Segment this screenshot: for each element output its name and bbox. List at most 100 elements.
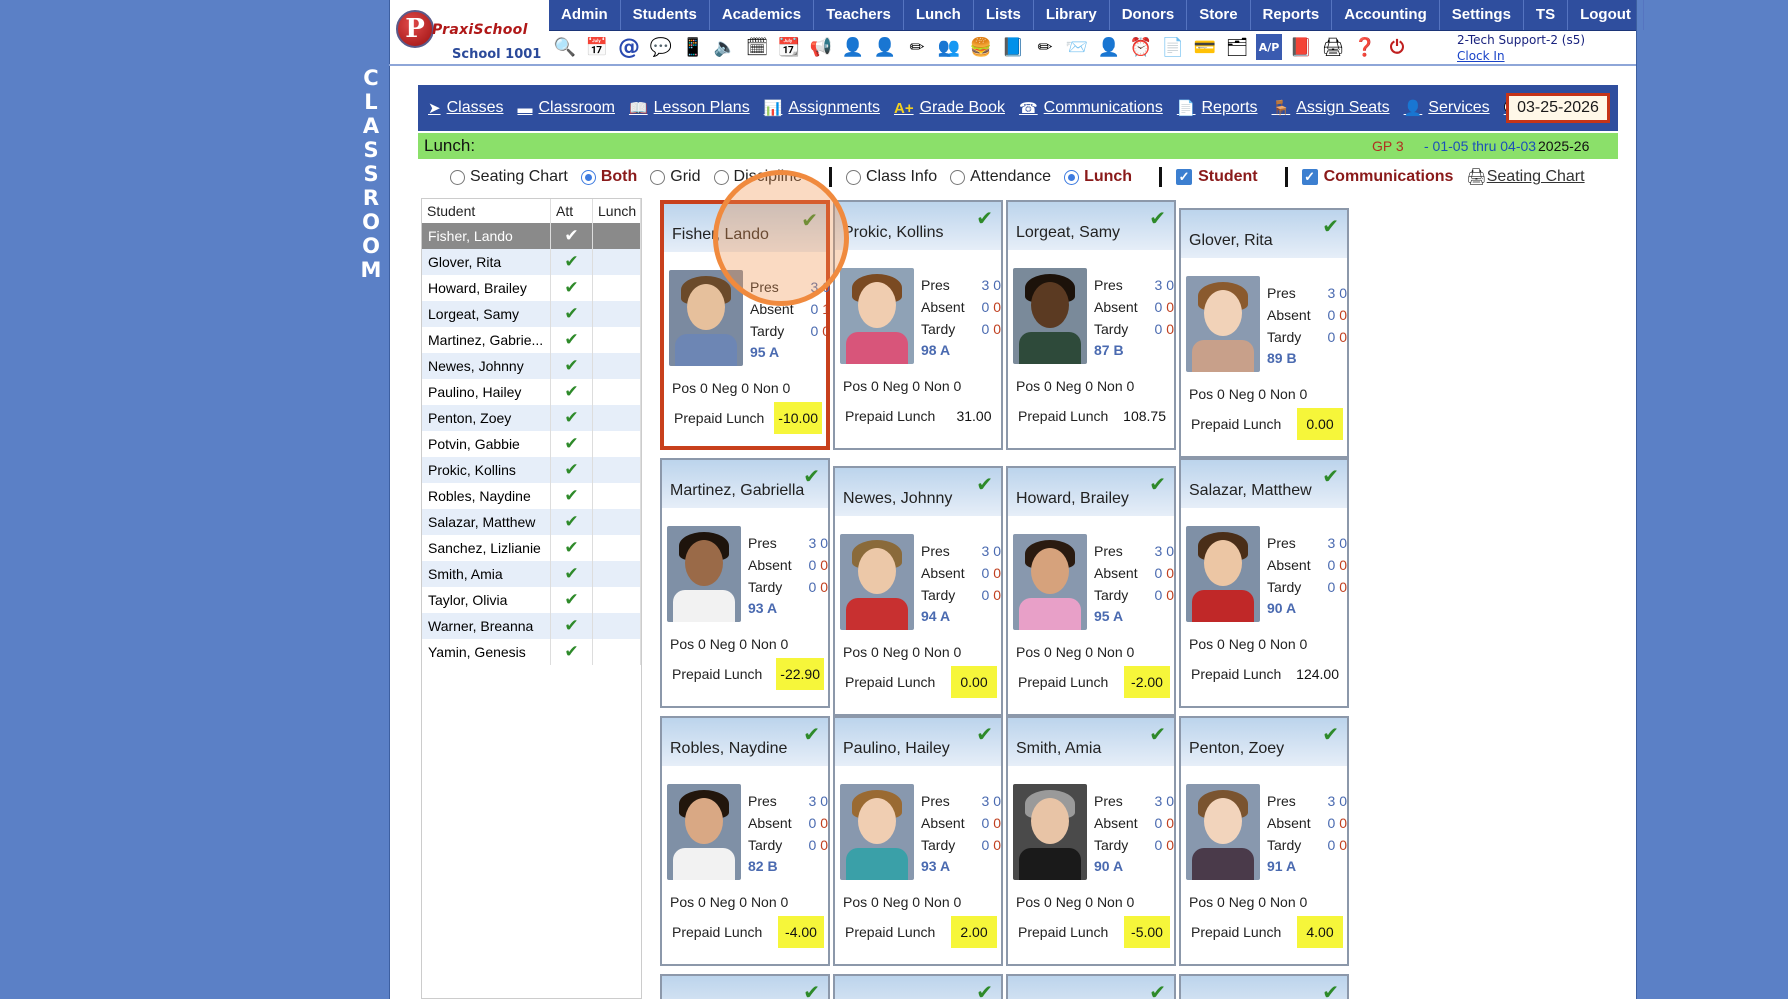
class-nav-grade-book[interactable]: A+ Grade Book: [894, 99, 1005, 117]
radio-both[interactable]: Both: [580, 168, 637, 186]
table-row[interactable]: Howard, Brailey ✔: [422, 275, 641, 301]
student-name[interactable]: Howard, Brailey: [1016, 490, 1129, 508]
radio-grid[interactable]: Grid: [650, 168, 701, 186]
table-row[interactable]: Lorgeat, Samy ✔: [422, 301, 641, 327]
student-card[interactable]: Smith, Amia ✔ Pres 3 0 Absent 0 0 Tardy 0 0 90 A…: [1006, 716, 1176, 966]
student-card[interactable]: Lorgeat, Samy ✔ Pres 3 0 Absent 0 0 Tardy 0 0 87…: [1006, 200, 1176, 450]
lunch-balance[interactable]: 108.75: [1119, 400, 1170, 432]
checkbox-checked[interactable]: ✓: [1176, 169, 1193, 185]
student-photo[interactable]: [1186, 276, 1260, 372]
top-nav-academics[interactable]: Academics: [710, 0, 815, 30]
student-name[interactable]: Taylor, Olivia: [422, 587, 551, 613]
lunch-balance[interactable]: 4.00: [1297, 916, 1343, 948]
student-card[interactable]: Prokic, Kollins ✔ Pres 3 0 Absent 0 0 Tardy 0 0…: [833, 200, 1003, 450]
class-nav-classroom[interactable]: ▬ Classroom: [517, 99, 614, 117]
student-card[interactable]: Penton, Zoey ✔ Pres 3 0 Absent 0 0 Tardy 0 0 91 …: [1179, 716, 1349, 966]
date-picker[interactable]: 03-25-2026: [1506, 93, 1610, 123]
lunch-cell[interactable]: [592, 405, 641, 431]
lunch-cell[interactable]: [592, 457, 641, 483]
table-row[interactable]: Fisher, Lando ✔: [422, 223, 641, 249]
radio-button[interactable]: [950, 169, 966, 185]
column-header-student[interactable]: Student: [422, 199, 551, 223]
lunch-balance[interactable]: 2.00: [951, 916, 997, 948]
lunch-balance[interactable]: -10.00: [774, 402, 822, 434]
lunch-cell[interactable]: [592, 223, 641, 249]
student-photo[interactable]: [840, 534, 914, 630]
table-row[interactable]: Penton, Zoey ✔: [422, 405, 641, 431]
student-card[interactable]: Taylor, Olivia✔: [833, 974, 1003, 999]
radio-button[interactable]: [713, 169, 729, 185]
student-name[interactable]: Lorgeat, Samy: [1016, 224, 1120, 242]
top-nav-lunch[interactable]: Lunch: [904, 0, 974, 30]
seating-chart-link[interactable]: Seating Chart: [1487, 168, 1585, 186]
top-nav-library[interactable]: Library: [1034, 0, 1110, 30]
top-nav-teachers[interactable]: Teachers: [814, 0, 904, 30]
radio-button[interactable]: [450, 169, 465, 185]
student-photo[interactable]: [1013, 268, 1087, 364]
student-name[interactable]: Sanchez, Lizlianie: [422, 535, 551, 561]
student-card[interactable]: Yamin, Genesis✔: [1179, 974, 1349, 999]
card-icon[interactable]: 💳: [1192, 34, 1218, 60]
announce-icon[interactable]: 📢: [808, 34, 834, 60]
student-name[interactable]: Newes, Johnny: [843, 490, 952, 508]
lunch-cell[interactable]: [592, 587, 641, 613]
student-photo[interactable]: [1013, 534, 1087, 630]
edit-icon[interactable]: ✏: [904, 34, 930, 60]
top-nav-settings[interactable]: Settings: [1440, 0, 1524, 30]
lunch-cell[interactable]: [592, 509, 641, 535]
student-photo[interactable]: [1186, 526, 1260, 622]
lunch-cell[interactable]: [592, 327, 641, 353]
class-nav-assignments[interactable]: 📊 Assignments: [764, 99, 880, 117]
folder-icon[interactable]: 🗂: [1224, 34, 1250, 60]
student-card[interactable]: Sanchez, Lizlianie✔: [660, 974, 830, 999]
table-row[interactable]: Salazar, Matthew ✔: [422, 509, 641, 535]
student-name[interactable]: Penton, Zoey: [422, 405, 551, 431]
lunch-cell[interactable]: [592, 483, 641, 509]
student-icon[interactable]: 👤: [840, 34, 866, 60]
date-icon[interactable]: 📆: [776, 34, 802, 60]
student-card[interactable]: Martinez, Gabriella ✔ Pres 3 0 Absent 0 0 Tard…: [660, 458, 830, 708]
book-icon[interactable]: 📘: [1000, 34, 1026, 60]
table-row[interactable]: Potvin, Gabbie ✔: [422, 431, 641, 457]
top-nav-ts[interactable]: TS: [1524, 0, 1569, 30]
class-nav-services[interactable]: 👤 Services: [1404, 99, 1490, 117]
lunch-balance[interactable]: 124.00: [1292, 658, 1343, 690]
radio-attendance[interactable]: Attendance: [950, 168, 1051, 186]
logo[interactable]: P PraxiSchool School 1001: [392, 4, 547, 64]
search-icon[interactable]: 🔍: [552, 34, 578, 60]
student-card[interactable]: Howard, Brailey ✔ Pres 3 0 Absent 0 0 Tardy 0 0…: [1006, 466, 1176, 716]
pdf-icon[interactable]: 📕: [1288, 34, 1314, 60]
student-name[interactable]: Glover, Rita: [1189, 232, 1273, 250]
student-name[interactable]: Prokic, Kollins: [843, 224, 943, 242]
lunch-cell[interactable]: [592, 301, 641, 327]
radio-seating-chart[interactable]: Seating Chart: [450, 168, 568, 186]
table-row[interactable]: Yamin, Genesis ✔: [422, 639, 641, 665]
column-header-lunch[interactable]: Lunch: [592, 199, 641, 223]
clock-in-link[interactable]: Clock In: [1457, 48, 1585, 64]
lunch-balance[interactable]: 0.00: [951, 666, 997, 698]
student-name[interactable]: Glover, Rita: [422, 249, 551, 275]
lunch-balance[interactable]: -5.00: [1124, 916, 1170, 948]
student-name[interactable]: Salazar, Matthew: [1189, 482, 1312, 500]
table-row[interactable]: Taylor, Olivia ✔: [422, 587, 641, 613]
chat-icon[interactable]: 💬: [648, 34, 674, 60]
top-nav-accounting[interactable]: Accounting: [1332, 0, 1440, 30]
student-card[interactable]: Paulino, Hailey ✔ Pres 3 0 Absent 0 0 Tardy 0 0…: [833, 716, 1003, 966]
student-name[interactable]: Yamin, Genesis: [422, 639, 551, 665]
lunch-cell[interactable]: [592, 249, 641, 275]
student-name[interactable]: Lorgeat, Samy: [422, 301, 551, 327]
ap-icon[interactable]: A/P: [1256, 34, 1282, 60]
student-photo[interactable]: [840, 268, 914, 364]
email-icon[interactable]: @: [616, 34, 642, 60]
calendar-icon[interactable]: 📅: [584, 34, 610, 60]
top-nav-lists[interactable]: Lists: [974, 0, 1034, 30]
table-row[interactable]: Prokic, Kollins ✔: [422, 457, 641, 483]
document-icon[interactable]: 📄: [1160, 34, 1186, 60]
radio-button[interactable]: [650, 169, 666, 185]
top-nav-logout[interactable]: Logout: [1568, 0, 1644, 30]
student-name[interactable]: Paulino, Hailey: [422, 379, 551, 405]
radio-button[interactable]: [580, 169, 596, 185]
checkbox-student[interactable]: ✓ Student: [1176, 168, 1258, 186]
lunch-balance[interactable]: -22.90: [776, 658, 824, 690]
radio-class-info[interactable]: Class Info: [845, 168, 937, 186]
